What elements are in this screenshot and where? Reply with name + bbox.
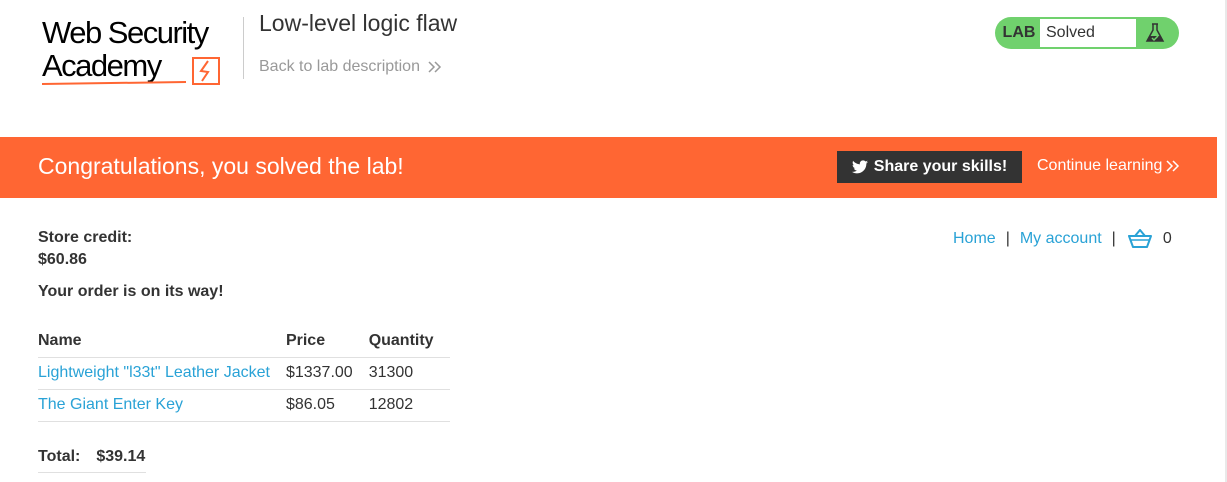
table-row: Lightweight "l33t" Leather Jacket $1337.… — [38, 357, 450, 390]
back-link-label: Back to lab description — [259, 58, 420, 75]
product-name-cell: Lightweight "l33t" Leather Jacket — [38, 357, 286, 390]
product-quantity-cell: 31300 — [368, 357, 450, 390]
academy-logo-icon — [41, 57, 220, 85]
lab-status-value: Solved — [1039, 18, 1137, 48]
table-row: The Giant Enter Key $86.05 12802 — [38, 389, 450, 422]
store-credit-value: $60.86 — [38, 251, 87, 268]
store-credit-label: Store credit: — [38, 229, 133, 246]
double-chevron-right-icon — [428, 61, 442, 73]
order-confirmation-message: Your order is on its way! — [38, 283, 224, 300]
academy-logo[interactable]: Web Security Academy — [40, 16, 240, 88]
nav-separator: | — [1005, 230, 1010, 247]
column-header-price: Price — [285, 325, 369, 358]
nav-home-link[interactable]: Home — [953, 230, 996, 248]
top-nav: Home | My account | 0 — [953, 229, 1172, 249]
table-header-row: Name Price Quantity — [38, 325, 450, 358]
solved-banner: Congratulations, you solved the lab! Sha… — [0, 137, 1217, 198]
lab-status-badge: LAB Solved — [995, 17, 1179, 49]
header: Web Security Academy Low-level logic fla… — [0, 0, 1225, 137]
order-total: Total: $39.14 — [38, 448, 145, 466]
column-header-quantity: Quantity — [368, 325, 450, 358]
product-link[interactable]: Lightweight "l33t" Leather Jacket — [38, 364, 270, 381]
product-link[interactable]: The Giant Enter Key — [38, 396, 183, 413]
product-price-cell: $86.05 — [285, 389, 369, 422]
logo-divider — [243, 17, 244, 79]
share-skills-button[interactable]: Share your skills! — [837, 151, 1022, 183]
lab-status-label: LAB — [1002, 24, 1036, 41]
flask-icon — [1145, 23, 1165, 43]
back-to-description-link[interactable]: Back to lab description — [259, 58, 442, 76]
total-label: Total: — [38, 448, 81, 465]
total-divider — [38, 472, 146, 473]
continue-learning-label: Continue learning — [1037, 157, 1163, 174]
nav-separator: | — [1111, 230, 1116, 247]
nav-my-account-link[interactable]: My account — [1020, 230, 1102, 248]
banner-message: Congratulations, you solved the lab! — [38, 153, 404, 179]
product-quantity-cell: 12802 — [368, 389, 450, 422]
cart-count: 0 — [1162, 230, 1172, 247]
continue-learning-link[interactable]: Continue learning — [1037, 157, 1180, 175]
lab-title: Low-level logic flaw — [259, 10, 458, 36]
product-price-cell: $1337.00 — [285, 357, 369, 390]
order-table: Name Price Quantity Lightweight "l33t" L… — [38, 325, 450, 422]
cart-link[interactable]: 0 — [1127, 229, 1172, 249]
cart-icon — [1127, 229, 1152, 248]
double-chevron-right-icon — [1166, 160, 1180, 172]
twitter-icon — [851, 160, 868, 174]
share-skills-label: Share your skills! — [873, 158, 1008, 175]
total-value: $39.14 — [96, 448, 146, 465]
product-name-cell: The Giant Enter Key — [38, 389, 286, 422]
column-header-name: Name — [38, 325, 286, 358]
